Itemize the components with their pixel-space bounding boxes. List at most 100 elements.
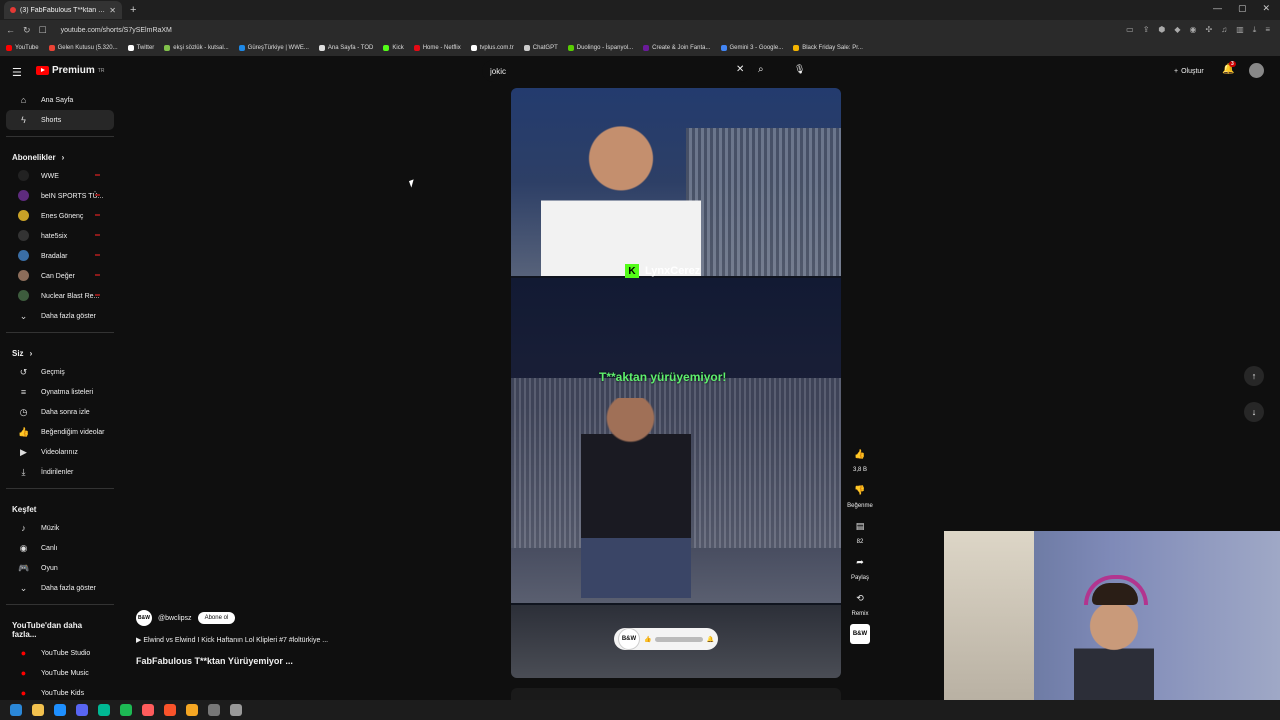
- puzzle-icon[interactable]: ✣: [1206, 25, 1213, 35]
- url-field[interactable]: youtube.com/shorts/S7ySElmRaXM: [61, 27, 172, 34]
- discord-icon[interactable]: [76, 704, 88, 716]
- remix-button[interactable]: ⟲ Remix: [845, 588, 875, 618]
- sidebar-item[interactable]: 👍 Beğendiğim videolar: [6, 422, 114, 442]
- next-short-button[interactable]: ↓: [1244, 402, 1264, 422]
- sidebar-item[interactable]: Bradalar: [6, 246, 114, 266]
- sidebar-item[interactable]: ⌂ Ana Sayfa: [6, 90, 114, 110]
- video-title[interactable]: FabFabulous T**ktan Yürüyemiyor ...: [136, 656, 293, 666]
- sidebar-item[interactable]: WWE: [6, 166, 114, 186]
- sidebar-item[interactable]: ⤓ İndirilenler: [6, 462, 114, 482]
- bookmark-item[interactable]: tvplus.com.tr: [470, 45, 514, 51]
- sidebar-item[interactable]: ● YouTube Music: [6, 663, 114, 683]
- spotify-icon[interactable]: [120, 704, 132, 716]
- sidebar-item[interactable]: ≡ Oynatma listeleri: [6, 382, 114, 402]
- app-icon[interactable]: [142, 704, 154, 716]
- bookmark-item[interactable]: Kick: [383, 45, 404, 51]
- maximize-icon[interactable]: ▢: [1238, 3, 1247, 14]
- reload-icon[interactable]: ↻: [23, 25, 31, 36]
- sidebar-item[interactable]: ⌄ Daha fazla göster: [6, 306, 114, 326]
- back-icon[interactable]: ←: [6, 25, 15, 35]
- bookmark-item[interactable]: Black Friday Sale: Pr...: [793, 45, 863, 51]
- bookmark-icon[interactable]: ☐: [39, 25, 47, 36]
- sidebar-item[interactable]: hate5six: [6, 226, 114, 246]
- close-tab-icon[interactable]: ✕: [109, 6, 116, 15]
- sidebar-item[interactable]: Enes Gönenç: [6, 206, 114, 226]
- app-icon[interactable]: [208, 704, 220, 716]
- avatar[interactable]: [1249, 63, 1264, 78]
- bookmark-item[interactable]: Duolingo - İspanyol...: [567, 45, 633, 51]
- audio-source-button[interactable]: B&W: [845, 624, 875, 644]
- close-window-icon[interactable]: ✕: [1262, 3, 1270, 14]
- sidebar-item[interactable]: ▶ Videolarınız: [6, 442, 114, 462]
- channel-avatar[interactable]: B&W: [136, 610, 152, 626]
- bookmark-label: GüreşTürkiye | WWE...: [247, 45, 309, 51]
- sidebar-item-label: YouTube Studio: [41, 649, 91, 657]
- browser-tab-active[interactable]: (3) FabFabulous T**ktan Yürü... ✕: [4, 1, 122, 19]
- previous-short-button[interactable]: ↑: [1244, 366, 1264, 386]
- bookmark-item[interactable]: Twitter: [127, 45, 154, 51]
- download-icon[interactable]: ⤓: [1253, 25, 1257, 35]
- settings-icon[interactable]: [230, 704, 242, 716]
- youtube-premium-logo[interactable]: Premium TR: [36, 65, 104, 76]
- sidebar-item[interactable]: ◉ Canlı: [6, 538, 114, 558]
- cast-icon[interactable]: ▭: [1126, 25, 1134, 35]
- extension-icon[interactable]: ◆: [1174, 25, 1180, 35]
- microphone-icon[interactable]: 🎙: [794, 64, 805, 75]
- create-button[interactable]: + Oluştur: [1166, 62, 1212, 80]
- playlist-link[interactable]: ▶ Elwind vs Elwind I Kick Haftanın Lol K…: [136, 636, 328, 644]
- like-button[interactable]: 👍 3,8 B: [845, 444, 875, 474]
- extension-icon[interactable]: ⬢: [1158, 25, 1165, 35]
- extension-icon[interactable]: ◉: [1190, 25, 1197, 35]
- bookmark-item[interactable]: YouTube: [6, 45, 39, 51]
- window-controls: — ▢ ✕: [1213, 3, 1270, 14]
- app-icon[interactable]: [54, 704, 66, 716]
- new-tab-icon[interactable]: +: [130, 4, 136, 16]
- bookmark-item[interactable]: Gelen Kutusu (5.320...: [48, 45, 118, 51]
- sidebar-item[interactable]: ● YouTube Kids: [6, 683, 114, 700]
- bookmark-item[interactable]: Create & Join Fanta...: [643, 45, 711, 51]
- comment-count: 82: [856, 539, 864, 545]
- file-explorer-icon[interactable]: [32, 704, 44, 716]
- bookmark-item[interactable]: Gemini 3 - Google...: [720, 45, 783, 51]
- sidebar-item[interactable]: ♪ Müzik: [6, 518, 114, 538]
- brave-browser-icon[interactable]: [164, 704, 176, 716]
- you-header[interactable]: Siz ›: [0, 339, 120, 362]
- bookmark-item[interactable]: ChatGPT: [523, 45, 558, 51]
- sidebar-item-label: hate5six: [41, 232, 68, 240]
- channel-handle[interactable]: @bwclipsz: [158, 615, 192, 622]
- search-icon[interactable]: ⌕: [758, 64, 764, 75]
- sidebar-item[interactable]: Can Değer: [6, 266, 114, 286]
- comments-button[interactable]: ▤ 82: [845, 516, 875, 546]
- explore-header[interactable]: Keşfet: [0, 495, 120, 518]
- dislike-button[interactable]: 👎 Beğenme: [845, 480, 875, 510]
- share-page-icon[interactable]: ⇪: [1143, 25, 1150, 35]
- sidebar-item[interactable]: ϟ Shorts: [6, 110, 114, 130]
- sidebar-item[interactable]: ↺ Geçmiş: [6, 362, 114, 382]
- sidepanel-icon[interactable]: ▥: [1236, 25, 1244, 35]
- short-video-player[interactable]: K LynxCerez T**aktan yürüyemiyor! B&W 👍 …: [511, 88, 841, 678]
- sidebar-item[interactable]: beIN SPORTS TÜ...: [6, 186, 114, 206]
- app-icon[interactable]: [98, 704, 110, 716]
- subscriptions-header[interactable]: Abonelikler ›: [0, 143, 120, 166]
- sidebar-item[interactable]: ● YouTube Studio: [6, 643, 114, 663]
- menu-icon[interactable]: ≡: [1265, 25, 1270, 35]
- minimize-icon[interactable]: —: [1213, 3, 1222, 14]
- menu-icon[interactable]: ☰: [12, 66, 22, 79]
- sidebar-item[interactable]: 🎮 Oyun: [6, 558, 114, 578]
- clear-search-icon[interactable]: ✕: [736, 64, 744, 75]
- sidebar-item[interactable]: ⌄ Daha fazla göster: [6, 578, 114, 598]
- windows-start-icon[interactable]: [10, 704, 22, 716]
- app-icon[interactable]: [186, 704, 198, 716]
- notifications-icon[interactable]: 🔔 3: [1222, 61, 1236, 75]
- sidebar-item[interactable]: ◷ Daha sonra izle: [6, 402, 114, 422]
- sidebar-item[interactable]: Nuclear Blast Re...: [6, 286, 114, 306]
- search-input[interactable]: [482, 60, 752, 82]
- subscribe-button[interactable]: Abone ol: [197, 612, 236, 624]
- more-from-youtube-header[interactable]: YouTube'dan daha fazla...: [0, 611, 120, 643]
- media-icon[interactable]: ♫: [1221, 25, 1227, 35]
- bookmark-item[interactable]: ekşi sözlük - kutsal...: [164, 45, 229, 51]
- share-button[interactable]: ➦ Paylaş: [845, 552, 875, 582]
- bookmark-item[interactable]: Ana Sayfa - TOD: [318, 45, 373, 51]
- bookmark-item[interactable]: Home - Netflix: [413, 45, 461, 51]
- bookmark-item[interactable]: GüreşTürkiye | WWE...: [238, 45, 309, 51]
